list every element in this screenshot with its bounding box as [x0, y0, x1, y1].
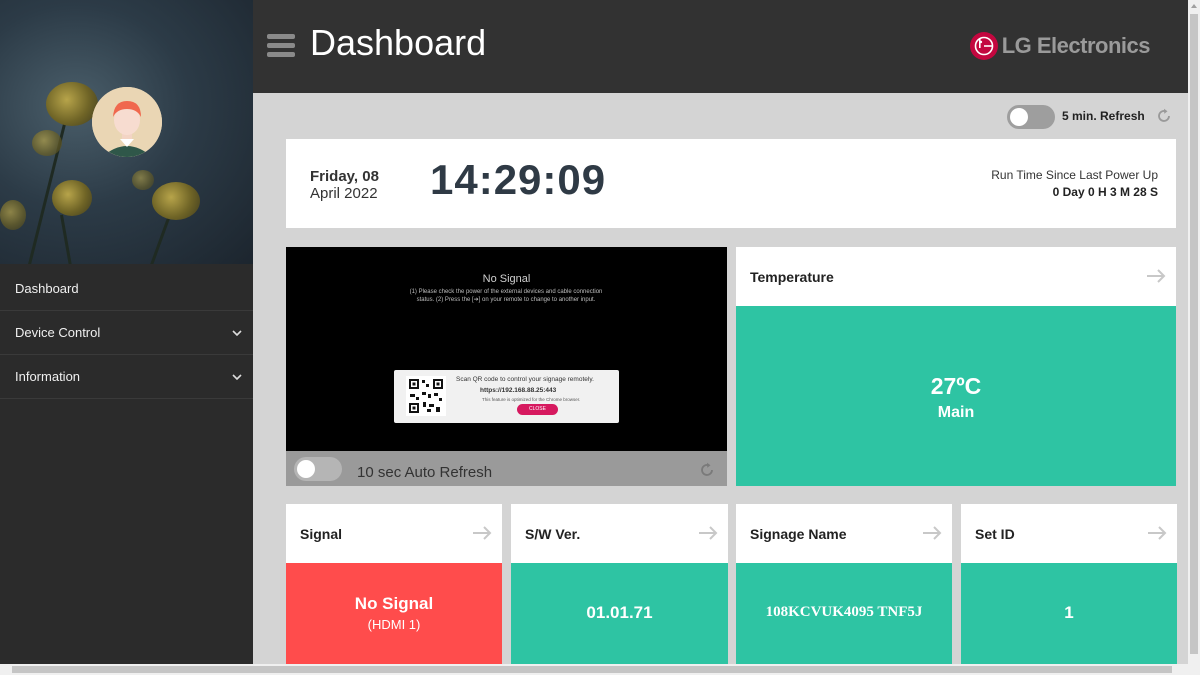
- arrow-right-icon[interactable]: [1146, 269, 1166, 283]
- refresh-icon[interactable]: [1156, 108, 1172, 124]
- runtime-value: 0 Day 0 H 3 M 28 S: [1052, 185, 1158, 199]
- temperature-value: 27ºC: [930, 373, 982, 399]
- temperature-sub: Main: [937, 404, 975, 421]
- arrow-right-icon[interactable]: [698, 526, 718, 540]
- sidebar-item-dashboard[interactable]: Dashboard: [0, 267, 253, 311]
- chevron-down-icon: [231, 355, 243, 399]
- brand-name: LG Electronics: [1001, 33, 1151, 58]
- horizontal-scrollbar[interactable]: [0, 664, 1200, 675]
- sw-version-value: 01.01.71: [586, 603, 653, 622]
- signage-name-card[interactable]: Signage Name 108KCVUK4095 TNF5J: [736, 504, 952, 664]
- card-title: Signal: [300, 526, 343, 542]
- card-title: Signage Name: [750, 526, 847, 542]
- arrow-right-icon[interactable]: [472, 526, 492, 540]
- screen-capture: No Signal (1) Please check the power of …: [286, 247, 727, 451]
- set-id-value: 1: [1064, 603, 1074, 622]
- card-title: Set ID: [975, 526, 1015, 542]
- date-day: Friday, 08: [310, 168, 379, 185]
- app-window: Dashboard Device Control Information Das…: [0, 0, 1200, 675]
- clock: 14:29:09: [430, 156, 607, 203]
- sidebar: Dashboard Device Control Information: [0, 0, 253, 664]
- arrow-right-icon[interactable]: [1147, 526, 1167, 540]
- no-signal-title: No Signal: [482, 273, 531, 285]
- auto-refresh-label: 10 sec Auto Refresh: [357, 464, 493, 481]
- qr-close-button[interactable]: CLOSE: [517, 404, 558, 415]
- chevron-down-icon: [231, 311, 243, 355]
- avatar[interactable]: [92, 87, 162, 157]
- flower-decoration: [46, 82, 98, 126]
- sidebar-item-label: Device Control: [15, 325, 101, 340]
- profile-banner: [0, 0, 253, 264]
- signal-value: No Signal: [354, 594, 434, 613]
- page-title: Dashboard: [310, 22, 487, 63]
- signal-card[interactable]: Signal No Signal (HDMI 1): [286, 504, 502, 664]
- sidebar-item-device-control[interactable]: Device Control: [0, 311, 253, 355]
- sidebar-item-label: Information: [15, 369, 81, 384]
- card-title: S/W Ver.: [525, 526, 581, 542]
- qr-text: Scan QR code to control your signage rem…: [456, 376, 594, 383]
- datetime-card: Friday, 08 April 2022 14:29:09 Run Time …: [286, 139, 1176, 228]
- qr-code-icon: [406, 376, 446, 416]
- runtime-label: Run Time Since Last Power Up: [991, 168, 1158, 182]
- screen-refresh-bar: 10 sec Auto Refresh: [286, 451, 727, 486]
- signage-name-value: 108KCVUK4095 TNF5J: [765, 604, 923, 620]
- card-title: Temperature: [750, 269, 834, 285]
- refresh-label: 5 min. Refresh: [1062, 109, 1145, 123]
- brand: LG Electronics: [969, 32, 1151, 60]
- no-signal-message: (1) Please check the power of the extern…: [409, 289, 603, 303]
- sidebar-item-information[interactable]: Information: [0, 355, 253, 399]
- refresh-icon[interactable]: [699, 462, 715, 478]
- top-header: Dashboard LG Electronics: [253, 0, 1188, 93]
- sw-version-card[interactable]: S/W Ver. 01.01.71: [511, 504, 728, 664]
- arrow-right-icon[interactable]: [922, 526, 942, 540]
- sidebar-item-label: Dashboard: [15, 281, 79, 296]
- vertical-scrollbar[interactable]: [1188, 0, 1200, 664]
- set-id-card[interactable]: Set ID 1: [961, 504, 1177, 664]
- refresh-toggle[interactable]: [1007, 105, 1055, 129]
- menu-icon[interactable]: [267, 34, 295, 58]
- date-month-year: April 2022: [310, 185, 378, 202]
- temperature-card[interactable]: Temperature 27ºC Main: [736, 247, 1176, 486]
- qr-note: This feature is optimized for the Chrome…: [482, 397, 581, 402]
- signal-sub: (HDMI 1): [367, 617, 421, 632]
- auto-refresh-toggle[interactable]: [294, 457, 342, 481]
- lg-logo-icon: [969, 32, 998, 60]
- qr-url: https://192.168.88.25:443: [480, 387, 557, 394]
- qr-popup: Scan QR code to control your signage rem…: [394, 370, 619, 423]
